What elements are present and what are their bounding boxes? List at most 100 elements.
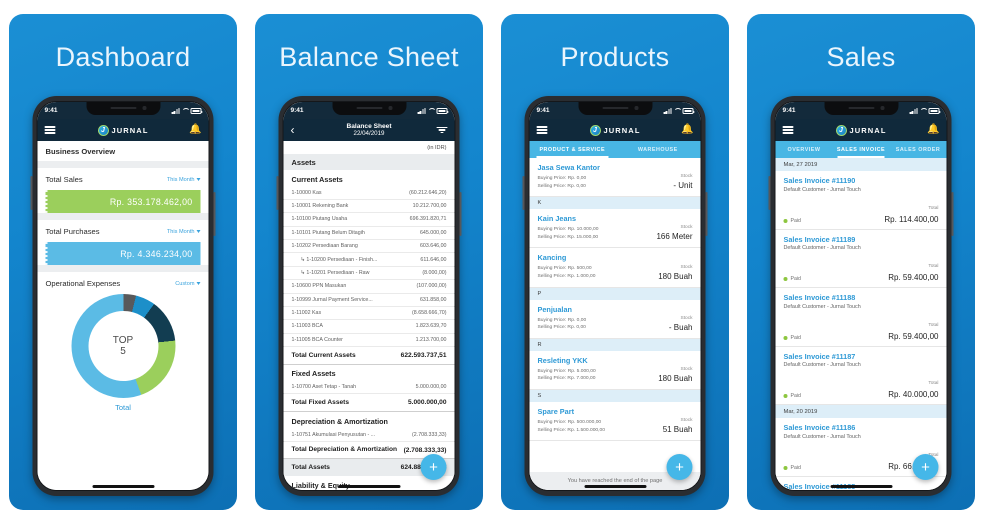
product-buying-price: Buying Price: Rp. 5.000,00 <box>537 368 596 374</box>
phone-screen-dashboard: 9:41 J JURNAL 🔔 Business Overview Total … <box>36 101 210 491</box>
add-button[interactable]: + <box>420 454 447 480</box>
stock-label: Stock <box>680 315 693 321</box>
product-buying-price: Buying Price: Rp. 0,00 <box>537 176 587 181</box>
list-item[interactable]: Sales Invoice #11190 Default Customer - … <box>775 171 947 230</box>
chevron-down-icon <box>196 230 201 233</box>
total-sales-period-selector[interactable]: This Month <box>167 177 201 183</box>
account-label: 1-10202 Persediaan Barang <box>291 243 358 250</box>
account-label: 1-10999 Jurnal Payment Service... <box>291 296 373 303</box>
tab-sales-order[interactable]: SALES ORDER <box>890 141 947 158</box>
total-purchases-label: Total Purchases <box>45 227 100 236</box>
sales-body: OVERVIEW SALES INVOICE SALES ORDER Mar, … <box>775 141 947 490</box>
filter-icon[interactable] <box>436 126 448 134</box>
battery-icon <box>436 108 449 114</box>
notch <box>332 102 406 115</box>
invoice-customer: Default Customer - Jurnal Touch <box>783 433 861 440</box>
table-row[interactable]: 1-11003 BCA 1.823.639,70 <box>283 320 455 334</box>
wifi-icon <box>182 108 189 114</box>
table-row[interactable]: 1-10100 Piutang Usaha 696.391.820,71 <box>283 213 455 227</box>
total-value: Rp. 40.000,00 <box>888 390 939 399</box>
depreciation-heading: Depreciation & Amortization <box>291 416 388 426</box>
tab-sales-invoice[interactable]: SALES INVOICE <box>833 141 890 158</box>
product-selling-price: Selling Price: Rp. 7.000,00 <box>537 376 596 382</box>
list-item[interactable]: Kain Jeans Buying Price: Rp. 10.000,00 S… <box>529 209 701 249</box>
add-invoice-button[interactable]: + <box>912 454 939 480</box>
invoice-customer: Default Customer - Jurnal Touch <box>783 362 861 368</box>
battery-icon <box>682 108 695 114</box>
table-row[interactable]: ↳ 1-10201 Persediaan - Raw (8.000,00) <box>283 267 455 281</box>
table-row[interactable]: 1-10700 Aset Tetap - Tanah 5.000.000,00 <box>283 381 455 395</box>
account-value: 5.000.000,00 <box>415 384 447 391</box>
total-label: Total Current Assets <box>291 351 356 359</box>
invoice-amount: Total Rp. 114.400,00 <box>884 196 938 224</box>
total-sales-value: Rp. 353.178.462,00 <box>45 190 201 213</box>
bell-icon[interactable]: 🔔 <box>927 125 939 135</box>
home-indicator <box>92 485 154 488</box>
table-row[interactable]: 1-10999 Jurnal Payment Service... 631.858… <box>283 294 455 307</box>
total-value: Rp. 114.400,00 <box>884 214 939 224</box>
status-badge: Paid <box>783 276 801 282</box>
operational-expenses-period-selector[interactable]: Custom <box>175 280 201 287</box>
product-buying-price: Buying Price: Rp. 500.000,00 <box>537 419 602 425</box>
account-label: 1-11003 BCA <box>291 323 323 330</box>
operational-expenses-period-label: Custom <box>175 280 195 287</box>
menu-icon[interactable] <box>782 126 794 134</box>
nav-bar-dashboard: J JURNAL 🔔 <box>37 119 209 141</box>
speaker-icon <box>110 106 136 109</box>
list-item[interactable]: Penjualan Buying Price: Rp. 0,00 Selling… <box>529 299 701 339</box>
back-icon[interactable]: ‹ <box>291 124 295 136</box>
divider <box>37 265 209 272</box>
table-row[interactable]: 1-10202 Persediaan Barang 603.646,00 <box>283 240 455 254</box>
menu-icon[interactable] <box>536 126 548 134</box>
expenses-total-link[interactable]: Total <box>46 403 201 412</box>
table-row[interactable]: ↳ 1-10200 Persediaan - Finish... 611.646,… <box>283 253 455 267</box>
product-selling-price: Selling Price: Rp. 0,00 <box>537 183 586 189</box>
add-product-button[interactable]: + <box>666 454 693 480</box>
tab-overview[interactable]: OVERVIEW <box>776 141 833 158</box>
product-name: Kancing <box>537 253 567 263</box>
list-item[interactable]: Sales Invoice #11189 Default Customer - … <box>775 229 947 288</box>
list-item[interactable]: Kancing Buying Price: Rp. 500,00 Selling… <box>529 248 701 288</box>
stock-label: Stock <box>680 174 693 180</box>
table-row[interactable]: 1-10000 Kas (60.212.646,20) <box>283 187 455 200</box>
bell-icon[interactable]: 🔔 <box>681 125 693 135</box>
list-item[interactable]: Spare Part Buying Price: Rp. 500.000,00 … <box>529 401 701 442</box>
list-item[interactable]: Sales Invoice #11188 Default Customer - … <box>775 288 947 347</box>
status-badge: Paid <box>783 465 801 471</box>
dashboard-body: Business Overview Total Sales This Month… <box>37 141 209 490</box>
total-value: (2.708.333,33) <box>403 446 447 454</box>
tab-product-service[interactable]: PRODUCT & SERVICE <box>530 141 616 158</box>
list-item[interactable]: Sales Invoice #11187 Default Customer - … <box>775 346 947 405</box>
stock-value: 180 Buah <box>658 271 693 281</box>
table-row[interactable]: 1-11005 BCA Counter 1.213.700,00 <box>283 334 455 347</box>
list-item[interactable]: Resleting YKK Buying Price: Rp. 5.000,00… <box>529 350 701 390</box>
status-time: 9:41 <box>290 107 304 114</box>
status-dot-icon <box>783 465 788 470</box>
stock-label: Stock <box>680 366 693 372</box>
list-item[interactable]: Jasa Sewa Kantor Buying Price: Rp. 0,00 … <box>529 158 701 198</box>
date-header: Mar, 27 2019 <box>775 158 947 171</box>
table-row[interactable]: 1-10101 Piutang Belum Ditagih 645.000,00 <box>283 227 455 240</box>
status-badge: Paid <box>783 393 801 399</box>
invoice-number: Sales Invoice #11188 <box>783 293 856 302</box>
account-value: 10.212.700,00 <box>412 203 447 210</box>
product-name: Spare Part <box>537 406 575 416</box>
table-row[interactable]: 1-10751 Akumulasi Penyusutan - ... (2.708… <box>283 429 455 442</box>
account-label: 1-10600 PPN Masukan <box>291 283 347 290</box>
bell-icon[interactable]: 🔔 <box>189 125 201 135</box>
balance-sheet-body: (in IDR) Assets Current Assets 1-10000 K… <box>283 141 455 490</box>
date-header: Mar, 20 2019 <box>775 405 947 418</box>
product-selling-price: Selling Price: Rp. 1.500.000,00 <box>537 427 605 433</box>
total-purchases-period-selector[interactable]: This Month <box>167 229 201 235</box>
table-row[interactable]: 1-10001 Rekening Bank 10.212.700,00 <box>283 200 455 214</box>
camera-icon <box>142 106 146 110</box>
table-row[interactable]: 1-11002 Kas (8.658.666,70) <box>283 307 455 321</box>
balance-sheet-date: 22/04/2019 <box>353 130 385 137</box>
status-dot-icon <box>783 277 788 281</box>
tab-warehouse[interactable]: WAREHOUSE <box>615 141 701 158</box>
total-label: Total Assets <box>291 463 330 471</box>
stock-value: 180 Buah <box>658 373 693 383</box>
table-row[interactable]: 1-10600 PPN Masukan (107.000,00) <box>283 280 455 294</box>
jurnal-logo-icon: J <box>835 124 847 136</box>
menu-icon[interactable] <box>44 126 56 134</box>
